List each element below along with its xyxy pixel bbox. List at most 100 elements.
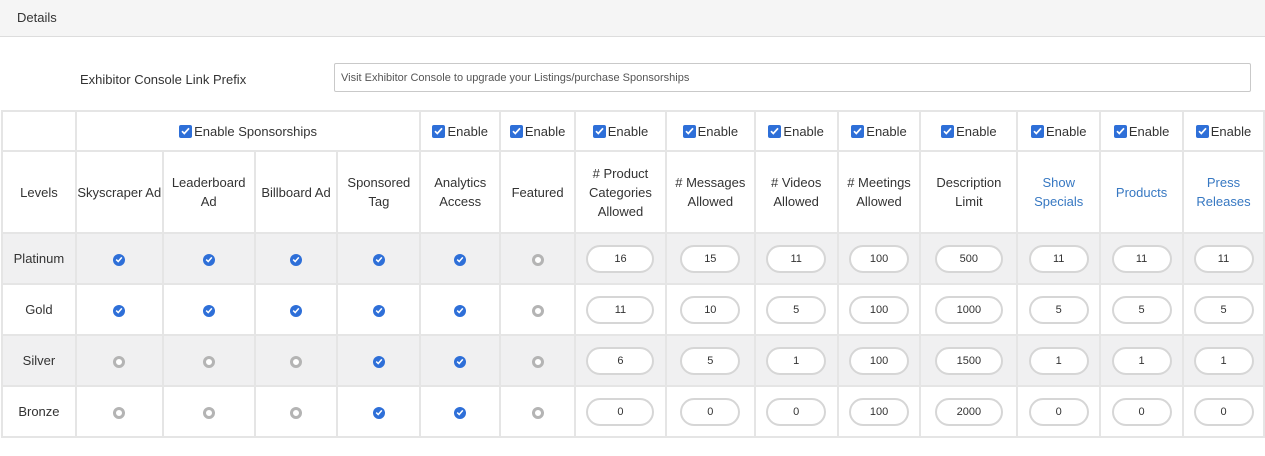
show-specials-input[interactable] xyxy=(1028,244,1089,273)
billboard-cell xyxy=(255,336,337,385)
description-input[interactable] xyxy=(934,346,1003,375)
enable-label: Enable xyxy=(956,123,997,139)
messages-input[interactable] xyxy=(680,346,741,375)
radio-unchecked-icon[interactable] xyxy=(531,406,544,419)
radio-checked-icon[interactable] xyxy=(290,304,303,317)
radio-checked-icon[interactable] xyxy=(113,253,126,266)
meetings-input[interactable] xyxy=(849,244,910,273)
enable-label: Enable xyxy=(783,123,824,139)
header-videos: # Videos Allowed xyxy=(755,152,837,232)
table-row: Gold xyxy=(3,285,1263,334)
description-input[interactable] xyxy=(934,397,1003,426)
header-products-link[interactable]: Products xyxy=(1101,152,1182,232)
checkbox-checked-icon xyxy=(592,124,606,138)
skyscraper-cell xyxy=(76,285,162,334)
radio-checked-icon[interactable] xyxy=(454,304,467,317)
product-categories-input[interactable] xyxy=(586,295,655,324)
enable-messages-toggle[interactable]: Enable xyxy=(682,124,738,139)
header-press-releases-link[interactable]: Press Releases xyxy=(1184,152,1263,232)
meetings-input[interactable] xyxy=(849,346,910,375)
radio-unchecked-icon[interactable] xyxy=(113,406,126,419)
header-featured: Featured xyxy=(501,152,575,232)
messages-input[interactable] xyxy=(680,244,741,273)
videos-input[interactable] xyxy=(766,244,827,273)
radio-checked-icon[interactable] xyxy=(202,253,215,266)
radio-unchecked-icon[interactable] xyxy=(531,253,544,266)
enable-sponsorships-toggle[interactable]: Enable Sponsorships xyxy=(179,124,317,139)
radio-unchecked-icon[interactable] xyxy=(290,406,303,419)
radio-unchecked-icon[interactable] xyxy=(531,304,544,317)
show-specials-cell xyxy=(1018,285,1100,334)
radio-unchecked-icon[interactable] xyxy=(113,355,126,368)
header-show-specials-link[interactable]: Show Specials xyxy=(1018,152,1100,232)
radio-checked-icon[interactable] xyxy=(454,406,467,419)
leaderboard-cell xyxy=(163,387,254,436)
enable-label: Enable xyxy=(1045,123,1087,139)
press-releases-input[interactable] xyxy=(1193,346,1254,375)
radio-checked-icon[interactable] xyxy=(113,304,126,317)
prefix-input[interactable] xyxy=(334,63,1251,92)
meetings-input[interactable] xyxy=(849,295,910,324)
header-leaderboard-ad: Leaderboard Ad xyxy=(163,152,254,232)
enable-press-releases-toggle[interactable]: Enable xyxy=(1195,124,1251,139)
show-specials-input[interactable] xyxy=(1028,397,1089,426)
show-specials-input[interactable] xyxy=(1028,346,1089,375)
sponsored-tag-cell xyxy=(338,234,420,283)
press-releases-input[interactable] xyxy=(1193,295,1254,324)
product-categories-cell xyxy=(576,387,665,436)
press-releases-input[interactable] xyxy=(1193,244,1254,273)
radio-unchecked-icon[interactable] xyxy=(531,355,544,368)
show-specials-input[interactable] xyxy=(1028,295,1089,324)
product-categories-input[interactable] xyxy=(586,346,655,375)
radio-checked-icon[interactable] xyxy=(454,355,467,368)
press-releases-input[interactable] xyxy=(1193,397,1254,426)
radio-unchecked-icon[interactable] xyxy=(202,355,215,368)
enable-videos-toggle[interactable]: Enable xyxy=(768,123,824,139)
products-input[interactable] xyxy=(1111,244,1172,273)
products-input[interactable] xyxy=(1111,397,1172,426)
videos-input[interactable] xyxy=(766,346,827,375)
enable-show-specials-toggle[interactable]: Enable xyxy=(1030,123,1087,139)
products-input[interactable] xyxy=(1111,295,1172,324)
enable-meetings-toggle[interactable]: Enable xyxy=(851,124,907,139)
meetings-input[interactable] xyxy=(849,397,910,426)
sponsorship-levels-table: Enable Sponsorships Enable Enable Enable En… xyxy=(1,110,1265,438)
checkbox-checked-icon xyxy=(509,124,523,138)
enable-videos-cell: Enable xyxy=(755,112,837,150)
enable-featured-toggle[interactable]: Enable xyxy=(509,124,565,139)
analytics-cell xyxy=(421,336,500,385)
product-categories-input[interactable] xyxy=(586,244,655,273)
description-input[interactable] xyxy=(934,295,1003,324)
radio-checked-icon[interactable] xyxy=(372,304,385,317)
radio-checked-icon[interactable] xyxy=(290,253,303,266)
videos-input[interactable] xyxy=(766,295,827,324)
table-row: Platinum xyxy=(3,234,1263,283)
radio-unchecked-icon[interactable] xyxy=(290,355,303,368)
videos-input[interactable] xyxy=(766,397,827,426)
header-messages: # Messages Allowed xyxy=(666,152,754,232)
level-name: Bronze xyxy=(3,387,75,436)
messages-input[interactable] xyxy=(680,397,741,426)
enable-analytics-toggle[interactable]: Enable xyxy=(432,124,488,139)
enable-products-toggle[interactable]: Enable xyxy=(1113,124,1169,139)
products-input[interactable] xyxy=(1111,346,1172,375)
description-input[interactable] xyxy=(934,244,1003,273)
enable-meetings-cell: Enable xyxy=(838,112,920,150)
radio-checked-icon[interactable] xyxy=(372,253,385,266)
product-categories-input[interactable] xyxy=(586,397,655,426)
radio-unchecked-icon[interactable] xyxy=(202,406,215,419)
enable-product-categories-toggle[interactable]: Enable xyxy=(592,124,648,139)
sponsored-tag-cell xyxy=(338,285,420,334)
radio-checked-icon[interactable] xyxy=(202,304,215,317)
radio-checked-icon[interactable] xyxy=(454,253,467,266)
messages-input[interactable] xyxy=(680,295,741,324)
leaderboard-cell xyxy=(163,285,254,334)
radio-checked-icon[interactable] xyxy=(372,406,385,419)
press-releases-cell xyxy=(1184,336,1263,385)
toggle-row-empty xyxy=(3,112,75,150)
radio-checked-icon[interactable] xyxy=(372,355,385,368)
products-cell xyxy=(1101,234,1182,283)
checkbox-checked-icon xyxy=(1113,124,1127,138)
enable-description-toggle[interactable]: Enable xyxy=(941,123,997,139)
skyscraper-cell xyxy=(76,387,162,436)
